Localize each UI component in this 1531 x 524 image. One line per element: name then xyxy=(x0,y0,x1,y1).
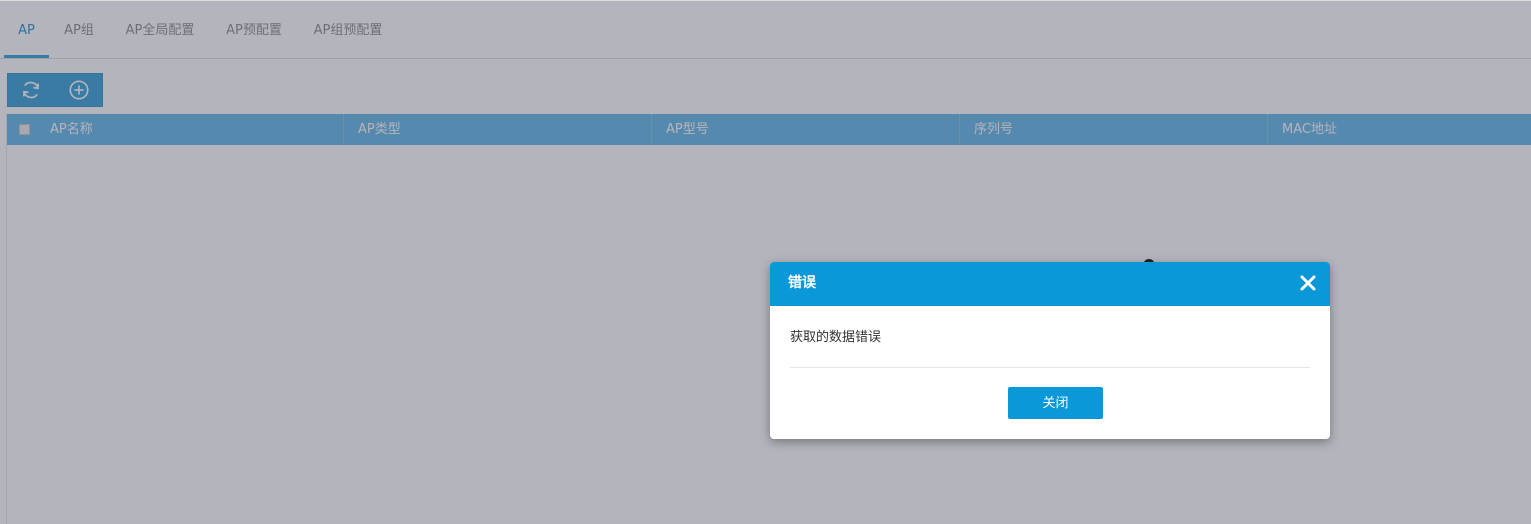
close-button[interactable]: 关闭 xyxy=(1008,387,1103,419)
dialog-divider xyxy=(790,367,1310,368)
dialog-title: 错误 xyxy=(788,275,816,291)
dialog-header: 错误 xyxy=(770,262,1330,306)
error-dialog: 错误 获取的数据错误 关闭 xyxy=(770,262,1330,439)
close-icon[interactable] xyxy=(1298,273,1318,293)
dialog-message: 获取的数据错误 xyxy=(790,330,882,345)
app-window: AP AP组 AP全局配置 AP预配置 AP组预配置 AP名称 AP类型 AP型… xyxy=(0,0,1531,524)
